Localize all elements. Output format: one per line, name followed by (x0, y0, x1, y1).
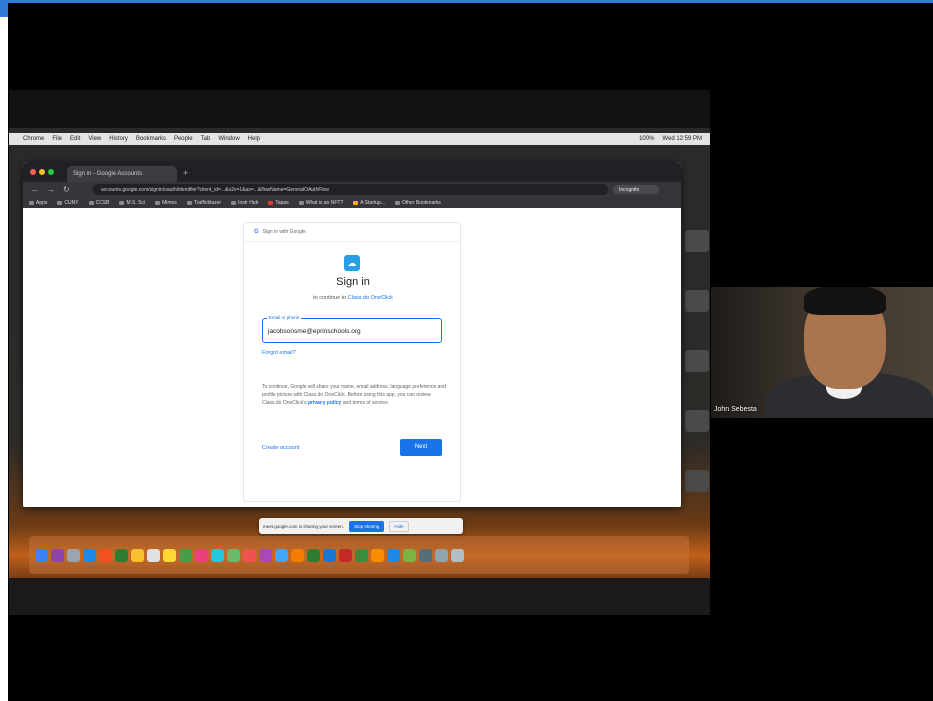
screen-sharing-notice: meet.google.com is sharing your screen. … (259, 518, 463, 534)
menu-item-bookmarks[interactable]: Bookmarks (136, 136, 166, 142)
menubar-clock[interactable]: Wed 12:59 PM (662, 136, 702, 142)
desktop-file-icon[interactable] (685, 230, 709, 252)
address-bar: ← → ↻ accounts.google.com/signin/oauth/i… (23, 182, 681, 197)
card-header-text: Sign in with Google (262, 229, 306, 235)
menu-item-file[interactable]: File (52, 136, 62, 142)
bookmark-item[interactable]: What is an NFT? (298, 200, 343, 206)
calendar-icon[interactable] (147, 548, 160, 562)
numbers-icon[interactable] (307, 548, 320, 562)
sharing-status-text: meet.google.com is sharing your screen. (263, 523, 345, 529)
rocket-icon[interactable] (67, 548, 80, 562)
bookmark-item[interactable]: CUNY (57, 200, 79, 206)
bookmark-item[interactable]: Apps (29, 200, 47, 206)
excel-icon[interactable] (355, 548, 368, 562)
desktop-file-icon[interactable] (685, 470, 709, 492)
app-icon[interactable] (403, 548, 416, 562)
bookmark-item[interactable]: Tapas (268, 200, 289, 206)
app-name-link[interactable]: Class.do OneClick (348, 295, 393, 301)
settings-icon[interactable] (419, 548, 432, 562)
music-icon[interactable] (243, 548, 256, 562)
downloads-folder-icon[interactable] (435, 548, 448, 562)
email-value[interactable]: jacobsonsme@eprinschools.org (268, 328, 361, 335)
forgot-email-link[interactable]: Forgot email? (262, 350, 296, 356)
page-content: G Sign in with Google ☁ Sign in to conti… (23, 208, 681, 507)
reload-icon[interactable]: ↻ (63, 185, 70, 194)
menu-item-history[interactable]: History (109, 136, 128, 142)
participant-name: John Sebesta (714, 406, 757, 413)
battery-status[interactable]: 100% (639, 136, 654, 142)
card-header: G Sign in with Google (244, 223, 460, 242)
page-title: Sign in (336, 276, 370, 288)
screen-share: Chrome File Edit View History Bookmarks … (9, 90, 710, 615)
participant-video-tile[interactable]: John Sebesta (711, 287, 933, 418)
menu-item-view[interactable]: View (88, 136, 101, 142)
close-window-icon[interactable] (30, 169, 36, 175)
google-g-icon: G (254, 229, 259, 235)
minimize-window-icon[interactable] (39, 169, 45, 175)
desktop-file-icon[interactable] (685, 350, 709, 372)
bookmark-item[interactable]: Mimos (155, 200, 177, 206)
launchpad-icon[interactable] (51, 548, 64, 562)
privacy-policy-link[interactable]: privacy policy (308, 400, 341, 406)
browser-window: Sign in - Google Accounts + ← → ↻ accoun… (23, 162, 681, 507)
menu-item-tab[interactable]: Tab (201, 136, 211, 142)
url-input[interactable]: accounts.google.com/signin/oauth/identif… (93, 184, 608, 195)
share-bottom-area (9, 578, 710, 615)
email-field-label: Email or phone (267, 315, 302, 320)
trash-icon[interactable] (451, 548, 464, 562)
safari-icon[interactable] (83, 548, 96, 562)
next-button[interactable]: Next (400, 439, 442, 456)
menu-item-people[interactable]: People (174, 136, 193, 142)
browser-tabbar: Sign in - Google Accounts + (23, 162, 681, 182)
consent-note: To continue, Google will share your name… (262, 384, 446, 406)
hide-notice-button[interactable]: Hide (389, 520, 409, 532)
bookmark-item[interactable]: CCSB (88, 200, 109, 206)
word-icon[interactable] (323, 548, 336, 562)
create-account-link[interactable]: Create account (262, 445, 299, 451)
menu-item-app[interactable]: Chrome (23, 136, 44, 142)
photos-icon[interactable] (195, 548, 208, 562)
appstore-icon[interactable] (275, 548, 288, 562)
finder-icon[interactable] (35, 548, 48, 562)
menu-item-window[interactable]: Window (218, 136, 239, 142)
bookmark-item[interactable]: A Startup... (353, 200, 385, 206)
app-icon[interactable] (115, 548, 128, 562)
mac-dock (29, 536, 689, 574)
forward-icon[interactable]: → (47, 185, 55, 194)
mac-menubar: Chrome File Edit View History Bookmarks … (9, 133, 710, 145)
bookmark-item[interactable]: Trafficblazer (186, 200, 221, 206)
app-cloud-icon: ☁ (344, 255, 360, 271)
bookmark-item[interactable]: M.S. Sci (119, 200, 145, 206)
zoom-icon[interactable] (387, 548, 400, 562)
desktop-file-icon[interactable] (685, 290, 709, 312)
bookmark-item[interactable]: Other Bookmarks (394, 200, 441, 206)
window-top-strip (0, 0, 933, 3)
facetime-icon[interactable] (211, 548, 224, 562)
browser-tab[interactable]: Sign in - Google Accounts (67, 166, 177, 182)
window-left-strip (0, 3, 8, 701)
incognito-badge[interactable]: Incognito (613, 185, 659, 194)
google-signin-card: G Sign in with Google ☁ Sign in to conti… (243, 222, 461, 502)
messages-icon[interactable] (227, 548, 240, 562)
menu-item-edit[interactable]: Edit (70, 136, 80, 142)
continue-text: to continue to Class.do OneClick (313, 295, 393, 301)
app-icon[interactable] (371, 548, 384, 562)
powerpoint-icon[interactable] (339, 548, 352, 562)
desktop-file-icon[interactable] (685, 410, 709, 432)
stickies-icon[interactable] (163, 548, 176, 562)
new-tab-icon[interactable]: + (183, 168, 188, 178)
maps-icon[interactable] (179, 548, 192, 562)
menu-item-help[interactable]: Help (248, 136, 260, 142)
bookmarks-bar: Apps CUNY CCSB M.S. Sci Mimos Trafficbla… (23, 197, 681, 208)
podcasts-icon[interactable] (259, 548, 272, 562)
pages-icon[interactable] (291, 548, 304, 562)
bookmark-item[interactable]: Instr Hub (231, 200, 258, 206)
back-icon[interactable]: ← (31, 185, 39, 194)
stop-sharing-button[interactable]: Stop sharing (349, 520, 385, 532)
email-field[interactable]: Email or phone jacobsonsme@eprinschools.… (262, 315, 442, 343)
maximize-window-icon[interactable] (48, 169, 54, 175)
chrome-icon[interactable] (99, 548, 112, 562)
notes-icon[interactable] (131, 548, 144, 562)
